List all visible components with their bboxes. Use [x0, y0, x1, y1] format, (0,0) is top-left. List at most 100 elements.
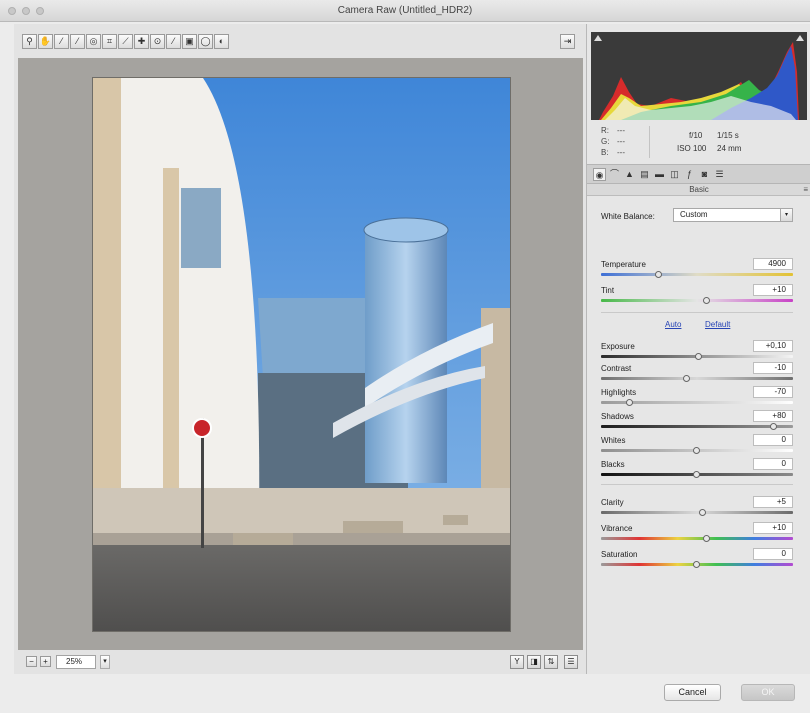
photo-preview: [92, 77, 511, 632]
r-value: ---: [617, 126, 625, 135]
tool-bar: ⚲ ✋ ⁄ ⁄ ◎ ⌗ ⟋ ✚ ⊙ ⁄ ▣ ◯ ◐ ⇥: [18, 32, 583, 52]
straighten-icon[interactable]: ⟋: [118, 34, 133, 49]
section-header: Basic ≡: [587, 184, 810, 196]
contrast-slider-thumb[interactable]: [683, 375, 691, 382]
cancel-button[interactable]: Cancel: [664, 684, 721, 701]
white-balance-select[interactable]: Custom ▾: [673, 208, 793, 222]
shadows-value-field[interactable]: +80: [753, 410, 793, 422]
blacks-slider-thumb[interactable]: [693, 471, 700, 478]
r-label: R:: [601, 126, 609, 135]
radial-filter-icon[interactable]: ◯: [198, 34, 213, 49]
blacks-label: Blacks: [601, 460, 625, 469]
preview-preferences-icon[interactable]: ☰: [564, 655, 578, 669]
b-label: B:: [601, 148, 609, 157]
window-title: Camera Raw (Untitled_HDR2): [337, 5, 473, 16]
color-sampler-icon[interactable]: ⁄: [70, 34, 85, 49]
effects-tab-icon[interactable]: ƒ: [683, 168, 696, 181]
zoom-icon[interactable]: ⚲: [22, 34, 37, 49]
tint-slider-thumb[interactable]: [702, 297, 710, 304]
contrast-value-field[interactable]: -10: [753, 362, 793, 374]
histogram-graph: [599, 42, 799, 120]
temperature-slider-thumb[interactable]: [654, 271, 662, 278]
blacks-value-field[interactable]: 0: [753, 458, 793, 470]
tint-value-field[interactable]: +10: [753, 284, 793, 296]
graduated-filter-icon[interactable]: ▣: [182, 34, 197, 49]
zoom-menu-arrow-icon[interactable]: ▾: [100, 655, 110, 669]
whites-value-field[interactable]: 0: [753, 434, 793, 446]
white-balance-value: Custom: [680, 210, 708, 219]
highlights-value-field[interactable]: -70: [753, 386, 793, 398]
saturation-slider-thumb[interactable]: [693, 561, 700, 568]
crop-icon[interactable]: ⌗: [102, 34, 117, 49]
preview-status-bar: − + 25% ▾ Y ◨ ⇅ ☰: [18, 654, 583, 672]
chevron-down-icon: ▾: [780, 209, 792, 221]
targeted-adjustment-icon[interactable]: ◎: [86, 34, 101, 49]
vibrance-slider-thumb[interactable]: [702, 535, 710, 542]
shutter-value: 1/15 s: [717, 131, 739, 140]
red-eye-icon[interactable]: ⊙: [150, 34, 165, 49]
before-after-icon[interactable]: ◨: [527, 655, 541, 669]
iso-value: ISO 100: [677, 144, 707, 153]
panel-menu-icon[interactable]: ≡: [803, 184, 808, 196]
clarity-value-field[interactable]: +5: [753, 496, 793, 508]
white-balance-label: White Balance:: [601, 212, 655, 221]
aperture-value: f/10: [689, 131, 703, 140]
clarity-slider-thumb[interactable]: [698, 509, 706, 516]
whites-slider-thumb[interactable]: [693, 447, 700, 454]
divider: [601, 484, 793, 485]
ok-button[interactable]: OK: [741, 684, 795, 701]
shadows-slider-thumb[interactable]: [769, 423, 777, 430]
basic-tab-icon[interactable]: ◉: [593, 168, 606, 181]
exposure-slider-thumb[interactable]: [694, 353, 702, 360]
title-bar: Camera Raw (Untitled_HDR2): [0, 0, 810, 22]
highlights-label: Highlights: [601, 388, 637, 397]
vibrance-label: Vibrance: [601, 524, 633, 533]
g-value: ---: [617, 137, 625, 146]
tone-curve-tab-icon[interactable]: ⌒: [608, 168, 621, 181]
tint-label: Tint: [601, 286, 615, 295]
whites-label: Whites: [601, 436, 626, 445]
presets-tab-icon[interactable]: ☰: [713, 168, 726, 181]
zoom-out-icon[interactable]: −: [26, 656, 37, 667]
preferences-icon[interactable]: ◐: [214, 34, 229, 49]
compare-mode-icon[interactable]: Y: [510, 655, 524, 669]
adjustment-brush-icon[interactable]: ⁄: [166, 34, 181, 49]
clarity-label: Clarity: [601, 498, 624, 507]
auto-link[interactable]: Auto: [665, 320, 681, 329]
shadows-slider-track[interactable]: [601, 425, 793, 428]
divider: [601, 312, 793, 313]
temperature-slider-track[interactable]: [601, 273, 793, 276]
image-preview-area[interactable]: [18, 58, 583, 650]
spot-removal-icon[interactable]: ✚: [134, 34, 149, 49]
camera-calibration-tab-icon[interactable]: ◙: [698, 168, 711, 181]
vibrance-value-field[interactable]: +10: [753, 522, 793, 534]
tint-slider-track[interactable]: [601, 299, 793, 302]
contrast-slider-track[interactable]: [601, 377, 793, 380]
temperature-value-field[interactable]: 4900: [753, 258, 793, 270]
temperature-label: Temperature: [601, 260, 646, 269]
hand-icon[interactable]: ✋: [38, 34, 53, 49]
highlights-slider-thumb[interactable]: [625, 399, 633, 406]
zoom-in-icon[interactable]: +: [40, 656, 51, 667]
white-balance-icon[interactable]: ⁄: [54, 34, 69, 49]
histogram: [591, 32, 807, 120]
default-link[interactable]: Default: [705, 320, 730, 329]
camera-raw-window: ⚲ ✋ ⁄ ⁄ ◎ ⌗ ⟋ ✚ ⊙ ⁄ ▣ ◯ ◐ ⇥ − + 25% ▾ Y …: [14, 24, 810, 674]
panel-tabs: ◉ ⌒ ▲ ▤ ▬ ◫ ƒ ◙ ☰: [587, 164, 810, 184]
hsl-tab-icon[interactable]: ▤: [638, 168, 651, 181]
detail-tab-icon[interactable]: ▲: [623, 168, 636, 181]
swap-settings-icon[interactable]: ⇅: [544, 655, 558, 669]
vibrance-slider-track[interactable]: [601, 537, 793, 540]
zoom-level-field[interactable]: 25%: [56, 655, 96, 669]
info-separator: [649, 126, 650, 158]
saturation-label: Saturation: [601, 550, 638, 559]
split-toning-tab-icon[interactable]: ▬: [653, 168, 666, 181]
saturation-value-field[interactable]: 0: [753, 548, 793, 560]
clarity-slider-track[interactable]: [601, 511, 793, 514]
fullscreen-icon[interactable]: ⇥: [560, 34, 575, 49]
b-value: ---: [617, 148, 625, 157]
exposure-value-field[interactable]: +0,10: [753, 340, 793, 352]
photo-image: [93, 78, 510, 631]
lens-corrections-tab-icon[interactable]: ◫: [668, 168, 681, 181]
shadows-label: Shadows: [601, 412, 634, 421]
